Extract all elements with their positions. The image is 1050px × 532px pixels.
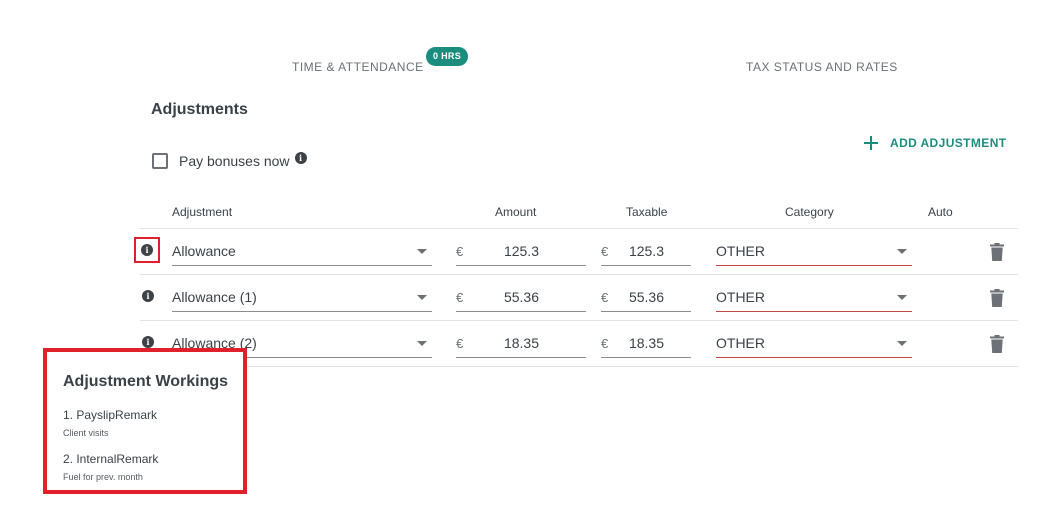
table-row: i Allowance (2) € 18.35 € 18.35 OTHER [140, 321, 1018, 367]
taxable-input[interactable]: € 125.3 [601, 239, 691, 266]
amount-input[interactable]: € 55.36 [456, 285, 586, 312]
adjustment-workings-popover: Adjustment Workings 1. PayslipRemark Cli… [43, 348, 247, 494]
currency-symbol: € [456, 244, 464, 259]
pay-bonuses-label: Pay bonuses now [179, 153, 290, 169]
currency-symbol: € [601, 290, 609, 305]
amount-value: 55.36 [503, 289, 539, 305]
category-value: OTHER [716, 335, 765, 351]
column-header-auto: Auto [928, 205, 953, 219]
pay-bonuses-row: Pay bonuses now i [152, 152, 307, 170]
amount-value: 18.35 [503, 335, 539, 351]
taxable-value: 125.3 [628, 243, 664, 259]
tab-bar: TIME & ATTENDANCE 0 HRS TAX STATUS AND R… [0, 0, 1050, 90]
currency-symbol: € [601, 336, 609, 351]
category-value: OTHER [716, 243, 765, 259]
currency-symbol: € [601, 244, 609, 259]
trash-icon[interactable] [990, 243, 1004, 261]
chevron-down-icon [417, 341, 427, 346]
adjustment-select[interactable]: Allowance (1) [172, 285, 432, 312]
table-row: i Allowance (1) € 55.36 € 55.36 OTHER [140, 275, 1018, 321]
plus-icon [862, 134, 880, 152]
info-icon[interactable]: i [142, 290, 154, 302]
table-header: Adjustment Amount Taxable Category Auto [140, 196, 1018, 229]
adjustment-value: Allowance (1) [172, 289, 257, 305]
workings-item-label: 1. PayslipRemark [63, 408, 158, 422]
category-select[interactable]: OTHER [716, 285, 912, 312]
add-adjustment-button[interactable]: ADD ADJUSTMENT [862, 133, 1007, 153]
info-icon[interactable]: i [142, 336, 154, 348]
adjustments-table: Adjustment Amount Taxable Category Auto … [134, 196, 1018, 367]
add-adjustment-label: ADD ADJUSTMENT [890, 136, 1007, 150]
trash-icon[interactable] [990, 289, 1004, 307]
currency-symbol: € [456, 336, 464, 351]
amount-value: 125.3 [503, 243, 539, 259]
category-select[interactable]: OTHER [716, 331, 912, 358]
taxable-input[interactable]: € 18.35 [601, 331, 691, 358]
category-select[interactable]: OTHER [716, 239, 912, 266]
hours-badge: 0 HRS [426, 47, 469, 66]
taxable-input[interactable]: € 55.36 [601, 285, 691, 312]
column-header-adjustment: Adjustment [172, 205, 233, 219]
workings-item-detail: Fuel for prev. month [63, 472, 143, 482]
column-header-category: Category [785, 205, 834, 219]
amount-input[interactable]: € 18.35 [456, 331, 586, 358]
chevron-down-icon [897, 341, 907, 346]
tab-tax-status[interactable]: TAX STATUS AND RATES [746, 60, 898, 74]
column-header-taxable: Taxable [626, 205, 668, 219]
chevron-down-icon [897, 249, 907, 254]
chevron-down-icon [897, 295, 907, 300]
workings-item-detail: Client visits [63, 428, 109, 438]
workings-item-label: 2. InternalRemark [63, 452, 159, 466]
section-title: Adjustments [151, 101, 248, 118]
tab-time-attendance[interactable]: TIME & ATTENDANCE [292, 60, 424, 74]
adjustment-value: Allowance [172, 243, 236, 259]
chevron-down-icon [417, 249, 427, 254]
info-icon[interactable]: i [141, 244, 153, 256]
info-icon[interactable]: i [294, 152, 307, 164]
workings-title: Adjustment Workings [63, 373, 229, 390]
trash-icon[interactable] [990, 335, 1004, 353]
pay-bonuses-checkbox[interactable] [152, 153, 168, 169]
highlighted-info-box: i [134, 237, 160, 263]
category-value: OTHER [716, 289, 765, 305]
taxable-value: 18.35 [628, 335, 664, 351]
adjustment-select[interactable]: Allowance [172, 239, 432, 266]
table-row: i Allowance € 125.3 € 125.3 OTHER [134, 229, 1018, 275]
column-header-amount: Amount [495, 205, 537, 219]
currency-symbol: € [456, 290, 464, 305]
taxable-value: 55.36 [628, 289, 664, 305]
chevron-down-icon [417, 295, 427, 300]
amount-input[interactable]: € 125.3 [456, 239, 586, 266]
